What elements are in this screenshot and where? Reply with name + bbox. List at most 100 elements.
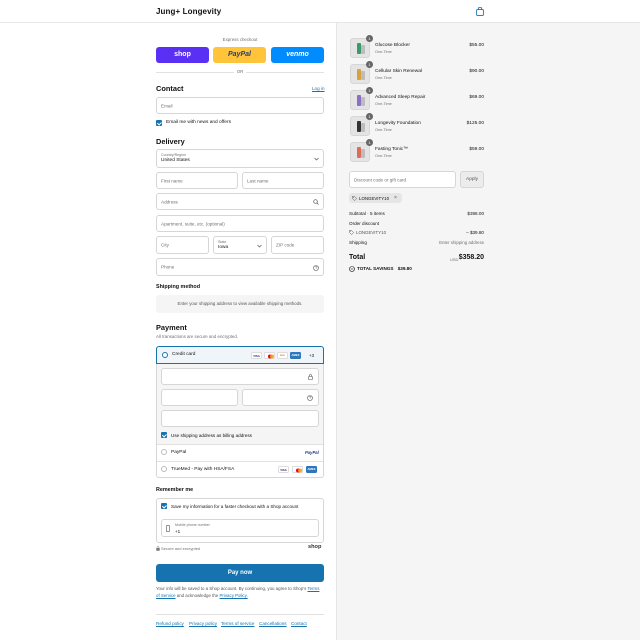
tag-icon (349, 230, 354, 235)
zip-field[interactable]: ZIP code (271, 236, 324, 254)
divider (157, 444, 323, 445)
total-value: $358.20 (458, 254, 484, 261)
mobile-phone-label: Mobile phone number (175, 523, 210, 527)
secure-label: Secure and encrypted (161, 546, 201, 551)
express-checkout-label: Express checkout (222, 37, 258, 42)
venmo-button[interactable]: venmo (271, 47, 324, 63)
paypal-option-label[interactable]: PayPal (171, 450, 186, 455)
privacy-policy-link[interactable]: Privacy Policy. (220, 593, 248, 598)
credit-card-option[interactable]: Credit card VISA DISC AMEX +3 (156, 346, 324, 364)
truemed-radio[interactable] (161, 466, 167, 472)
footer-divider (156, 614, 324, 615)
country-select[interactable]: Country/Region United States (156, 149, 324, 168)
country-label: Country/Region (161, 153, 186, 157)
product-plan: One-Time (375, 154, 392, 158)
credit-card-radio[interactable] (162, 352, 168, 358)
product-name: Advanced Sleep Repair (375, 95, 426, 100)
bottle-2 (361, 149, 365, 158)
amex-icon: AMEX (290, 352, 301, 359)
shop-pay-button[interactable]: shop (156, 47, 209, 63)
shop-logo-icon: shop (308, 544, 322, 550)
city-field[interactable]: City (156, 236, 209, 254)
state-select[interactable]: State Iowa (213, 236, 267, 254)
close-icon[interactable]: × (394, 195, 397, 201)
apply-button[interactable]: Apply (460, 171, 484, 188)
paypal-radio[interactable] (161, 449, 167, 455)
refund-policy-link[interactable]: Refund policy (156, 621, 184, 626)
country-value: United States (161, 158, 190, 163)
discover-icon: DISC (277, 352, 288, 359)
search-icon (313, 199, 319, 205)
payment-heading: Payment (156, 323, 187, 332)
bottle-2 (361, 71, 365, 80)
contact-link[interactable]: Contact (291, 621, 307, 626)
cancellations-link[interactable]: Cancellations (259, 621, 287, 626)
billing-checkbox[interactable] (161, 432, 167, 438)
lock-icon (156, 546, 160, 551)
zip-placeholder: ZIP code (276, 242, 295, 248)
truemed-option-label[interactable]: TrueMed - Pay with HSA/FSA (171, 467, 234, 472)
visa-icon: VISA (251, 352, 262, 359)
save-info-label: Save my information for a faster checkou… (171, 504, 299, 509)
name-on-card-field[interactable] (161, 410, 319, 427)
save-info-checkbox[interactable] (161, 503, 167, 509)
address-placeholder: Address (161, 199, 178, 204)
order-discount-label: Order discount (349, 221, 380, 226)
privacy-policy-link[interactable]: Privacy policy (189, 621, 217, 626)
terms-text-part: Your info will be saved to a Shop accoun… (156, 586, 307, 591)
last-name-placeholder: Last name (247, 178, 269, 183)
quantity-badge: 1 (366, 35, 373, 42)
bottle-2 (361, 123, 365, 132)
shipping-method-heading: Shipping method (156, 284, 201, 290)
mastercard-icon (292, 466, 303, 473)
login-link[interactable]: Log in (312, 86, 325, 91)
address-field[interactable]: Address (156, 193, 324, 210)
mobile-phone-icon (166, 525, 170, 532)
apartment-field[interactable]: Apartment, suite, etc. (optional) (156, 215, 324, 232)
quantity-badge: 1 (366, 139, 373, 146)
terms-text: Your info will be saved to a Shop accoun… (156, 586, 324, 599)
divider-left (156, 72, 234, 73)
product-name: Cellular Skin Renewal (375, 69, 422, 74)
savings-label-text: TOTAL SAVINGS (357, 266, 394, 271)
last-name-field[interactable]: Last name (242, 172, 324, 189)
security-code-field[interactable] (242, 389, 319, 406)
savings-tag-icon (349, 266, 355, 272)
shopping-bag-icon[interactable] (476, 7, 484, 16)
subtotal-label: Subtotal · 5 items (349, 211, 385, 216)
subtotal-value: $398.00 (467, 211, 484, 216)
state-label: State (218, 240, 227, 244)
phone-field[interactable]: Phone (156, 258, 324, 276)
discount-code-field[interactable]: Discount code or gift card (349, 171, 456, 188)
tag-icon (352, 195, 357, 201)
mobile-phone-field[interactable]: Mobile phone number +1 (161, 519, 319, 537)
terms-text-part: and acknowledge the (176, 592, 219, 598)
divider-right (246, 72, 324, 73)
help-icon[interactable] (307, 395, 313, 401)
order-discount-value: – $39.80 (466, 230, 484, 235)
delivery-heading: Delivery (156, 137, 185, 146)
state-value: Iowa (218, 245, 229, 250)
terms-of-service-link[interactable]: Terms of service (221, 621, 254, 626)
pay-now-button[interactable]: Pay now (156, 564, 324, 582)
lock-icon (308, 374, 313, 380)
paypal-logo-icon: PayPal (305, 450, 319, 455)
help-icon[interactable] (313, 265, 319, 271)
total-label: Total (349, 254, 366, 261)
product-name: Longevity Foundation (375, 121, 421, 126)
expiry-field[interactable] (161, 389, 238, 406)
discount-chip-code: LONGEVITY10 (359, 195, 390, 201)
card-number-field[interactable] (161, 368, 319, 385)
email-field[interactable]: Email (156, 97, 324, 114)
divider (157, 461, 323, 462)
product-price: $55.00 (469, 43, 484, 48)
news-checkbox[interactable] (156, 120, 162, 126)
or-label: OR (236, 69, 244, 74)
header: Jung+ Longevity (0, 0, 640, 23)
paypal-button[interactable]: PayPal (213, 47, 266, 63)
city-placeholder: City (161, 242, 169, 248)
product-price: $69.00 (469, 95, 484, 100)
first-name-field[interactable]: First name (156, 172, 238, 189)
more-cards-label: +3 (309, 353, 315, 358)
brand-logo[interactable]: Jung+ Longevity (156, 7, 221, 16)
